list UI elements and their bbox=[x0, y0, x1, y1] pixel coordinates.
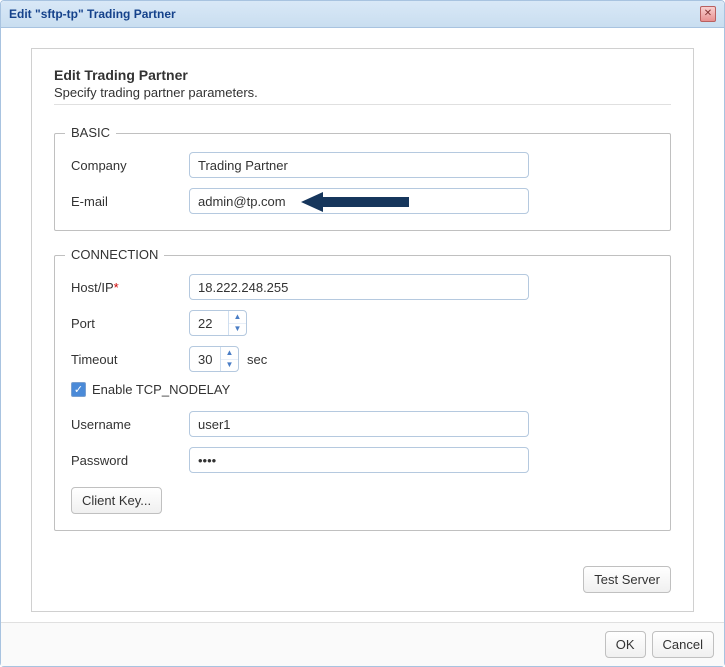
host-label: Host/IP* bbox=[71, 280, 189, 295]
chevron-down-icon: ▼ bbox=[234, 325, 242, 333]
company-input[interactable] bbox=[189, 152, 529, 178]
host-row: Host/IP* bbox=[71, 274, 654, 300]
password-input[interactable] bbox=[189, 447, 529, 473]
dialog-window: Edit "sftp-tp" Trading Partner ✕ Edit Tr… bbox=[0, 0, 725, 667]
port-spinner-buttons: ▲ ▼ bbox=[228, 311, 246, 335]
timeout-up-button[interactable]: ▲ bbox=[221, 347, 238, 360]
tcp-nodelay-checkbox[interactable]: ✓ bbox=[71, 382, 86, 397]
dialog-body: Edit Trading Partner Specify trading par… bbox=[1, 28, 724, 622]
content-panel: Edit Trading Partner Specify trading par… bbox=[31, 48, 694, 612]
port-down-button[interactable]: ▼ bbox=[229, 324, 246, 336]
email-label: E-mail bbox=[71, 194, 189, 209]
dialog-title: Edit "sftp-tp" Trading Partner bbox=[9, 7, 176, 21]
timeout-input[interactable] bbox=[190, 347, 220, 371]
page-subtitle: Specify trading partner parameters. bbox=[54, 85, 671, 100]
connection-legend: CONNECTION bbox=[65, 247, 164, 262]
chevron-up-icon: ▲ bbox=[226, 349, 234, 357]
dialog-header: Edit "sftp-tp" Trading Partner ✕ bbox=[1, 1, 724, 28]
company-row: Company bbox=[71, 152, 654, 178]
cancel-button[interactable]: Cancel bbox=[652, 631, 714, 658]
section-header: Edit Trading Partner Specify trading par… bbox=[54, 67, 671, 105]
company-label: Company bbox=[71, 158, 189, 173]
timeout-row: Timeout ▲ ▼ sec bbox=[71, 346, 654, 372]
test-server-row: Test Server bbox=[54, 558, 671, 593]
basic-fieldset: BASIC Company E-mail bbox=[54, 133, 671, 231]
close-icon: ✕ bbox=[704, 9, 712, 19]
basic-legend: BASIC bbox=[65, 125, 116, 140]
client-key-row: Client Key... bbox=[71, 487, 654, 514]
chevron-down-icon: ▼ bbox=[226, 361, 234, 369]
client-key-button[interactable]: Client Key... bbox=[71, 487, 162, 514]
port-up-button[interactable]: ▲ bbox=[229, 311, 246, 324]
dialog-footer: OK Cancel bbox=[1, 622, 724, 666]
timeout-spinner-buttons: ▲ ▼ bbox=[220, 347, 238, 371]
required-mark: * bbox=[114, 280, 119, 295]
ok-button[interactable]: OK bbox=[605, 631, 646, 658]
username-input[interactable] bbox=[189, 411, 529, 437]
tcp-nodelay-label: Enable TCP_NODELAY bbox=[92, 382, 230, 397]
host-input[interactable] bbox=[189, 274, 529, 300]
chevron-up-icon: ▲ bbox=[234, 313, 242, 321]
check-icon: ✓ bbox=[74, 383, 83, 396]
email-input[interactable] bbox=[189, 188, 529, 214]
test-server-button[interactable]: Test Server bbox=[583, 566, 671, 593]
port-input[interactable] bbox=[190, 311, 228, 335]
tcp-nodelay-row: ✓ Enable TCP_NODELAY bbox=[71, 382, 654, 397]
port-row: Port ▲ ▼ bbox=[71, 310, 654, 336]
port-spinner: ▲ ▼ bbox=[189, 310, 247, 336]
password-row: Password bbox=[71, 447, 654, 473]
timeout-down-button[interactable]: ▼ bbox=[221, 360, 238, 372]
close-button[interactable]: ✕ bbox=[700, 6, 716, 22]
timeout-suffix: sec bbox=[247, 352, 267, 367]
timeout-spinner: ▲ ▼ bbox=[189, 346, 239, 372]
email-row: E-mail bbox=[71, 188, 654, 214]
connection-fieldset: CONNECTION Host/IP* Port ▲ ▼ bbox=[54, 255, 671, 531]
username-label: Username bbox=[71, 417, 189, 432]
username-row: Username bbox=[71, 411, 654, 437]
page-title: Edit Trading Partner bbox=[54, 67, 671, 83]
port-label: Port bbox=[71, 316, 189, 331]
timeout-label: Timeout bbox=[71, 352, 189, 367]
password-label: Password bbox=[71, 453, 189, 468]
